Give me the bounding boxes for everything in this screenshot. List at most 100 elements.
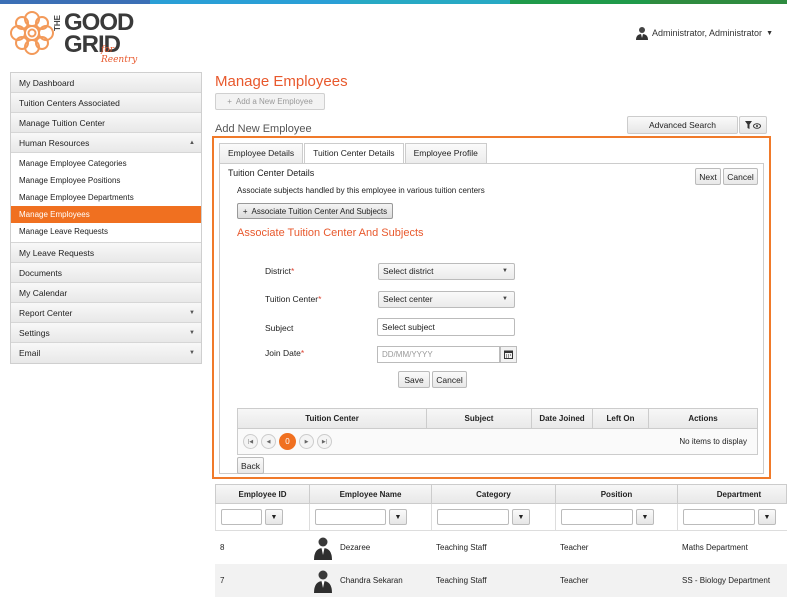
sidebar-item-my-dashboard[interactable]: My Dashboard [11, 73, 201, 93]
employee-name-text: Dezaree [340, 543, 371, 552]
app-logo[interactable]: THE GOOD GRID for Reentry [8, 9, 148, 65]
cell-employee-name: Chandra Sekaran [309, 564, 431, 597]
calendar-button[interactable] [500, 346, 517, 363]
filter-input-id[interactable] [221, 509, 262, 525]
filter-cell-category: ▼ [432, 504, 556, 530]
sidebar-item-human-resources[interactable]: Human Resources ▲ [11, 133, 201, 153]
column-header-employee-id[interactable]: Employee ID [216, 485, 310, 503]
tuition-center-select[interactable]: Select center ▼ [378, 291, 515, 308]
last-page-icon[interactable]: ▶| [317, 434, 332, 449]
grid-pager: |◀ ◀ 0 ▶ ▶| No items to display [238, 429, 757, 454]
sidebar-item-label: My Dashboard [19, 78, 75, 88]
sidebar-item-my-leave-requests[interactable]: My Leave Requests [11, 243, 201, 263]
sidebar-item-documents[interactable]: Documents [11, 263, 201, 283]
section-title: Add New Employee [215, 123, 312, 135]
sidebar-item-tuition-centers-associated[interactable]: Tuition Centers Associated [11, 93, 201, 113]
back-button[interactable]: Back [237, 457, 264, 474]
cell-category: Teaching Staff [436, 543, 487, 552]
filter-icon[interactable]: ▼ [636, 509, 654, 525]
column-header-left-on[interactable]: Left On [593, 409, 649, 428]
sidebar-subitem-employee-categories[interactable]: Manage Employee Categories [11, 155, 201, 172]
tuition-center-label: Tuition Center* [265, 294, 321, 304]
tuition-section-title: Tuition Center Details [228, 168, 315, 178]
tab-employee-profile[interactable]: Employee Profile [404, 143, 487, 163]
employees-table: Employee ID Employee Name Category Posit… [215, 484, 787, 600]
tab-tuition-center-details[interactable]: Tuition Center Details [304, 143, 404, 164]
cell-department: Maths Department [682, 543, 748, 552]
sidebar-subitem-leave-requests[interactable]: Manage Leave Requests [11, 223, 201, 240]
column-header-actions: Actions [688, 414, 718, 423]
filter-toggle-button[interactable] [739, 116, 767, 134]
first-page-icon[interactable]: |◀ [243, 434, 258, 449]
filter-icon[interactable]: ▼ [389, 509, 407, 525]
save-button[interactable]: Save [398, 371, 430, 388]
column-header-subject[interactable]: Subject [427, 409, 532, 428]
form-cancel-button[interactable]: Cancel [432, 371, 467, 388]
add-employee-button[interactable]: + Add a New Employee [215, 93, 325, 110]
sidebar-item-label: Manage Tuition Center [19, 118, 105, 128]
filter-icon [745, 120, 761, 129]
filter-icon[interactable]: ▼ [265, 509, 283, 525]
cell-department: SS - Biology Department [682, 576, 771, 585]
filter-input-name[interactable] [315, 509, 386, 525]
sidebar-item-report-center[interactable]: Report Center ▼ [11, 303, 201, 323]
add-employee-label: Add a New Employee [235, 97, 313, 106]
column-header-tuition-center[interactable]: Tuition Center [238, 409, 427, 428]
cancel-button[interactable]: Cancel [723, 168, 758, 185]
table-row[interactable]: 8 Dezaree Teaching Staff Teacher Maths D… [215, 531, 787, 564]
filter-input-position[interactable] [561, 509, 633, 525]
subject-input[interactable]: Select subject [377, 318, 515, 336]
cell-employee-id: 8 [220, 543, 225, 552]
sidebar-item-manage-tuition-center[interactable]: Manage Tuition Center [11, 113, 201, 133]
column-header-category[interactable]: Category [432, 485, 556, 503]
sidebar-item-email[interactable]: Email ▼ [11, 343, 201, 363]
sidebar-item-label: Human Resources [19, 138, 90, 148]
district-select[interactable]: Select district ▼ [378, 263, 515, 280]
sidebar-subitem-manage-employees[interactable]: Manage Employees [11, 206, 201, 223]
sidebar-subitem-employee-positions[interactable]: Manage Employee Positions [11, 172, 201, 189]
employees-header: Employee ID Employee Name Category Posit… [215, 484, 787, 504]
associate-heading: Associate Tuition Center And Subjects [237, 227, 424, 239]
next-button[interactable]: Next [695, 168, 721, 185]
tab-employee-details[interactable]: Employee Details [219, 143, 304, 163]
logo-the: THE [53, 15, 62, 31]
chevron-down-icon: ▼ [189, 350, 195, 356]
tuition-center-select-value: Select center [383, 294, 433, 304]
column-header-department[interactable]: Department [678, 485, 787, 503]
prev-page-icon[interactable]: ◀ [261, 434, 276, 449]
sidebar-subitem-employee-departments[interactable]: Manage Employee Departments [11, 189, 201, 206]
required-mark: * [318, 294, 322, 304]
page-title: Manage Employees [215, 73, 348, 90]
plus-icon: + [227, 97, 232, 106]
associate-center-label: Associate Tuition Center And Subjects [251, 206, 388, 216]
table-row[interactable]: 7 Chandra Sekaran Teaching Staff Teacher… [215, 564, 787, 597]
filter-cell-name: ▼ [310, 504, 432, 530]
filter-input-category[interactable] [437, 509, 509, 525]
next-page-icon[interactable]: ▶ [299, 434, 314, 449]
tuition-description: Associate subjects handled by this emplo… [237, 186, 485, 195]
join-date-input[interactable]: DD/MM/YYYY [377, 346, 500, 363]
column-header-date-joined[interactable]: Date Joined [532, 409, 593, 428]
filter-cell-position: ▼ [556, 504, 678, 530]
plus-icon: + [242, 206, 248, 216]
filter-input-department[interactable] [683, 509, 755, 525]
associate-center-button[interactable]: + Associate Tuition Center And Subjects [237, 203, 393, 219]
tab-content: Tuition Center Details Next Cancel Assoc… [219, 163, 764, 474]
sidebar-item-my-calendar[interactable]: My Calendar [11, 283, 201, 303]
filter-icon[interactable]: ▼ [758, 509, 776, 525]
current-page[interactable]: 0 [279, 433, 296, 450]
sidebar-item-label: Tuition Centers Associated [19, 98, 120, 108]
cell-position: Teacher [560, 576, 589, 585]
cell-position: Teacher [560, 543, 589, 552]
advanced-search-button[interactable]: Advanced Search [627, 116, 738, 134]
sidebar-item-settings[interactable]: Settings ▼ [11, 323, 201, 343]
column-header-employee-name[interactable]: Employee Name [310, 485, 432, 503]
join-date-label-text: Join Date [265, 348, 301, 358]
calendar-icon [504, 350, 513, 359]
filter-icon[interactable]: ▼ [512, 509, 530, 525]
employee-avatar-icon [314, 537, 332, 560]
district-label: District* [265, 266, 294, 276]
user-menu[interactable]: Administrator, Administrator ▼ [636, 26, 773, 40]
grid-header: Tuition Center Subject Date Joined Left … [238, 409, 757, 429]
column-header-position[interactable]: Position [556, 485, 678, 503]
